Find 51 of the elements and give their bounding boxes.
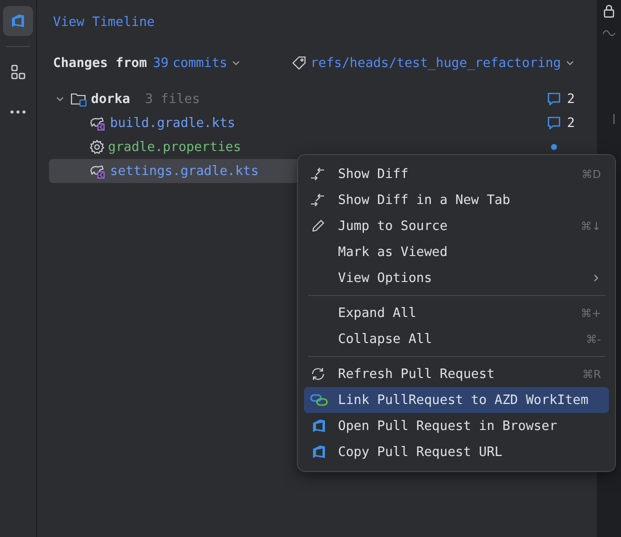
menu-item[interactable]: Refresh Pull Request ⌘R (304, 361, 609, 387)
file-row[interactable]: build.gradle.kts 2 (49, 111, 575, 135)
view-timeline-link[interactable]: View Timeline (53, 13, 155, 33)
file-name: build.gradle.kts (110, 116, 236, 130)
comment-icon (547, 116, 561, 130)
shortcut-hint: ⌘↓ (580, 220, 601, 232)
gear-icon (89, 139, 105, 155)
structure-icon (9, 63, 27, 81)
azure-devops-icon (310, 417, 328, 435)
file-count: 3 files (145, 92, 200, 106)
shortcut-hint: ⌘D (582, 168, 601, 180)
changes-label: Changes from (53, 56, 147, 70)
shortcut-hint: ⌘+ (580, 306, 601, 320)
pencil-icon (310, 218, 326, 234)
comment-count: 2 (567, 92, 575, 106)
kotlin-script-icon (89, 115, 107, 131)
menu-item[interactable]: Jump to Source ⌘↓ (304, 213, 609, 239)
shortcut-hint: ⌘- (586, 332, 601, 346)
menu-item[interactable]: Expand All ⌘+ (304, 300, 609, 326)
shortcut-hint: ⌘R (582, 368, 601, 380)
azure-devops-icon (310, 443, 328, 461)
commits-dropdown[interactable]: 39 commits (152, 56, 242, 70)
tag-icon (292, 56, 306, 70)
menu-item[interactable]: Collapse All ⌘- (304, 326, 609, 352)
file-row[interactable]: gradle.properties (49, 135, 575, 159)
tool-window-button[interactable] (3, 6, 33, 36)
comment-icon (547, 92, 561, 106)
menu-item[interactable]: Link PullRequest to AZD WorkItem (304, 387, 609, 413)
branch-dropdown[interactable]: refs/heads/test_huge_refactoring (310, 56, 575, 70)
menu-item[interactable]: Mark as Viewed (304, 239, 609, 265)
kotlin-script-icon (89, 163, 107, 179)
file-name: settings.gradle.kts (110, 164, 259, 178)
comment-count: 2 (567, 116, 575, 130)
menu-item[interactable]: Open Pull Request in Browser (304, 413, 609, 439)
folder-name: dorka (91, 92, 130, 106)
file-name: gradle.properties (108, 140, 242, 154)
menu-item[interactable]: Show Diff in a New Tab (304, 187, 609, 213)
menu-item[interactable]: View Options (304, 265, 609, 291)
lock-icon (603, 4, 615, 18)
diff-arrows-icon (310, 192, 326, 208)
menu-item[interactable]: Show Diff ⌘D (304, 161, 609, 187)
folder-icon (70, 91, 88, 107)
diff-arrows-icon (310, 166, 326, 182)
chevron-down-icon (231, 58, 242, 68)
link-icon (310, 393, 328, 407)
chevron-down-icon (565, 58, 575, 68)
menu-item[interactable]: Copy Pull Request URL (304, 439, 609, 465)
refresh-icon (310, 366, 326, 382)
azure-devops-icon (9, 12, 27, 30)
more-icon (9, 109, 27, 115)
folder-row[interactable]: dorka 3 files 2 (49, 87, 575, 111)
